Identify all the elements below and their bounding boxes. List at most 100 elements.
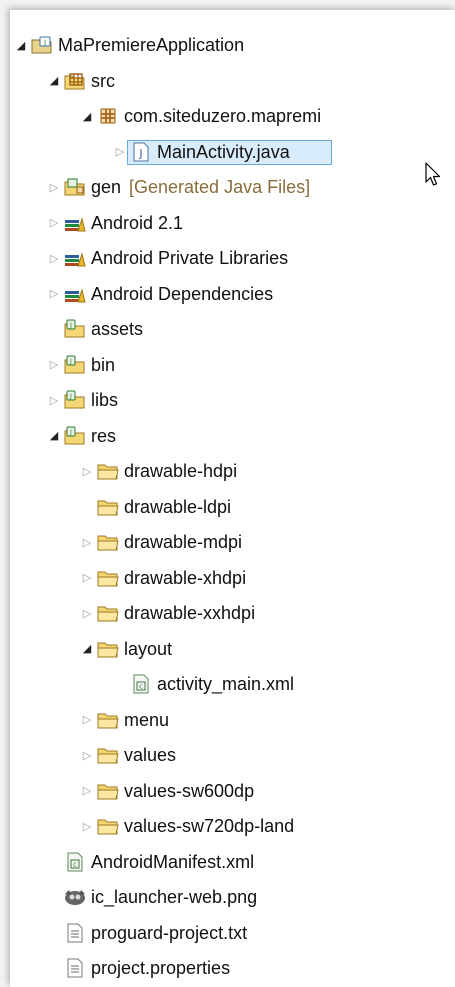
android-project-icon: J xyxy=(30,32,54,58)
expand-arrow-icon[interactable]: ▷ xyxy=(80,707,94,733)
tree-item-values-sw720dp-land[interactable]: ▷ values-sw720dp-land xyxy=(10,813,455,839)
tree-item-label: drawable-mdpi xyxy=(124,532,243,552)
tree-item-activity-main-xml[interactable]: c activity_main.xml xyxy=(10,671,455,697)
tree-item-menu[interactable]: ▷ menu xyxy=(10,707,455,733)
collapse-arrow-icon[interactable]: ◢ xyxy=(80,636,94,662)
expand-arrow-icon[interactable]: ▷ xyxy=(47,387,61,413)
project-folder-icon: J xyxy=(63,387,87,413)
tree-item-src[interactable]: ◢ src xyxy=(10,68,455,94)
svg-text:J: J xyxy=(43,39,46,47)
svg-text:J: J xyxy=(69,321,72,329)
svg-text:c: c xyxy=(73,860,77,868)
tree-item-bin[interactable]: ▷ Jbin xyxy=(10,352,455,378)
tree-item-drawable-mdpi[interactable]: ▷ drawable-mdpi xyxy=(10,529,455,555)
expand-arrow-icon[interactable]: ▷ xyxy=(80,813,94,839)
tree-item-libs[interactable]: ▷ Jlibs xyxy=(10,387,455,413)
tree-item-label: values-sw600dp xyxy=(124,780,255,801)
tree-item-android-dependencies[interactable]: ▷ Android Dependencies xyxy=(10,281,455,307)
expand-arrow-icon[interactable]: ▷ xyxy=(80,565,94,591)
tree-item-mainactivity-java[interactable]: ▷ J MainActivity.java xyxy=(10,139,455,165)
tree-item-gen[interactable]: ▷ gen [Generated Java Files] xyxy=(10,174,455,200)
expand-arrow-icon[interactable]: ▷ xyxy=(80,778,94,804)
folder-icon xyxy=(96,636,120,662)
expand-arrow-icon[interactable]: ▷ xyxy=(47,210,61,236)
folder-icon xyxy=(96,813,120,839)
folder-icon xyxy=(96,529,120,555)
library-icon xyxy=(63,281,87,307)
expand-arrow-icon[interactable]: ▷ xyxy=(80,600,94,626)
tree-item-label: values xyxy=(124,745,177,765)
folder-icon xyxy=(96,707,120,733)
folder-icon xyxy=(96,742,120,768)
tree-item-label: activity_main.xml xyxy=(157,674,295,694)
tree-item-label: gen xyxy=(91,177,122,197)
package-explorer-tree: ◢ J MaPremiereApplication ◢ src ◢ com.siteduze… xyxy=(10,10,455,987)
folder-icon xyxy=(96,778,120,804)
tree-item-label: com.siteduzero.mapremi xyxy=(124,106,322,126)
expand-arrow-icon[interactable]: ▷ xyxy=(80,458,94,484)
tree-item-proguard-project-txt[interactable]: proguard-project.txt xyxy=(10,920,455,946)
tree-item-android-private-libraries[interactable]: ▷ Android Private Libraries xyxy=(10,245,455,271)
tree-item-drawable-hdpi[interactable]: ▷ drawable-hdpi xyxy=(10,458,455,484)
tree-item-drawable-xxhdpi[interactable]: ▷ drawable-xxhdpi xyxy=(10,600,455,626)
mouse-cursor-icon xyxy=(425,162,441,186)
project-folder-icon: J xyxy=(63,316,87,342)
folder-icon xyxy=(96,600,120,626)
tree-item-assets[interactable]: Jassets xyxy=(10,316,455,342)
expand-arrow-icon[interactable]: ▷ xyxy=(47,174,61,200)
tree-item-mapremiereapplication[interactable]: ◢ J MaPremiereApplication xyxy=(10,32,455,58)
generated-folder-icon xyxy=(63,174,87,200)
tree-item-label: ic_launcher-web.png xyxy=(91,887,258,907)
tree-item-layout[interactable]: ◢ layout xyxy=(10,636,455,662)
library-icon xyxy=(63,245,87,271)
package-icon xyxy=(96,103,120,129)
tree-item-project-properties[interactable]: project.properties xyxy=(10,955,455,981)
text-file-icon xyxy=(63,920,87,946)
expand-arrow-icon[interactable]: ▷ xyxy=(113,139,127,165)
expand-arrow-icon[interactable]: ▷ xyxy=(47,352,61,378)
library-icon xyxy=(63,210,87,236)
tree-item-res[interactable]: ◢ Jres xyxy=(10,423,455,449)
folder-icon xyxy=(96,494,120,520)
tree-item-label: bin xyxy=(91,354,116,375)
expand-arrow-icon[interactable]: ▷ xyxy=(47,281,61,307)
collapse-arrow-icon[interactable]: ◢ xyxy=(47,68,61,94)
svg-text:J: J xyxy=(69,357,72,365)
tree-item-com-siteduzero-mapremi[interactable]: ◢ com.siteduzero.mapremi xyxy=(10,103,455,129)
tree-item-label: drawable-hdpi xyxy=(124,461,238,481)
project-folder-icon: J xyxy=(63,352,87,378)
tree-item-label: Android Private Libraries xyxy=(91,248,289,268)
svg-text:c: c xyxy=(139,683,143,691)
expand-arrow-icon[interactable]: ▷ xyxy=(80,529,94,555)
tree-item-label: src xyxy=(91,70,115,91)
tree-item-label: Android Dependencies xyxy=(91,283,274,304)
tree-item-values[interactable]: ▷ values xyxy=(10,742,455,768)
svg-text:J: J xyxy=(69,428,72,436)
tree-item-values-sw600dp[interactable]: ▷ values-sw600dp xyxy=(10,778,455,804)
tree-item-label: project.properties xyxy=(91,958,231,978)
expand-arrow-icon[interactable]: ▷ xyxy=(47,245,61,271)
tree-item-label: values-sw720dp-land xyxy=(124,816,295,836)
svg-text:J: J xyxy=(138,147,142,160)
tree-item-android-2-1[interactable]: ▷ Android 2.1 xyxy=(10,210,455,236)
tree-item-label: AndroidManifest.xml xyxy=(91,851,255,872)
java-file-icon: J xyxy=(129,139,153,165)
folder-icon xyxy=(96,565,120,591)
collapse-arrow-icon[interactable]: ◢ xyxy=(47,423,61,449)
tree-item-drawable-ldpi[interactable]: drawable-ldpi xyxy=(10,494,455,520)
tree-item-label: drawable-ldpi xyxy=(124,496,232,517)
tree-item-label: MaPremiereApplication xyxy=(58,35,245,55)
source-folder-icon xyxy=(63,68,87,94)
collapse-arrow-icon[interactable]: ◢ xyxy=(80,103,94,129)
tree-item-label: drawable-xhdpi xyxy=(124,567,247,588)
text-file-icon xyxy=(63,955,87,981)
tree-item-label: proguard-project.txt xyxy=(91,922,248,943)
project-folder-icon: J xyxy=(63,423,87,449)
expand-arrow-icon[interactable]: ▷ xyxy=(80,742,94,768)
tree-item-label: layout xyxy=(124,638,173,659)
tree-item-ic-launcher-web-png[interactable]: ic_launcher-web.png xyxy=(10,884,455,910)
tree-item-drawable-xhdpi[interactable]: ▷ drawable-xhdpi xyxy=(10,565,455,591)
collapse-arrow-icon[interactable]: ◢ xyxy=(14,32,28,58)
tree-item-androidmanifest-xml[interactable]: c AndroidManifest.xml xyxy=(10,849,455,875)
tree-item-label: libs xyxy=(91,390,119,410)
